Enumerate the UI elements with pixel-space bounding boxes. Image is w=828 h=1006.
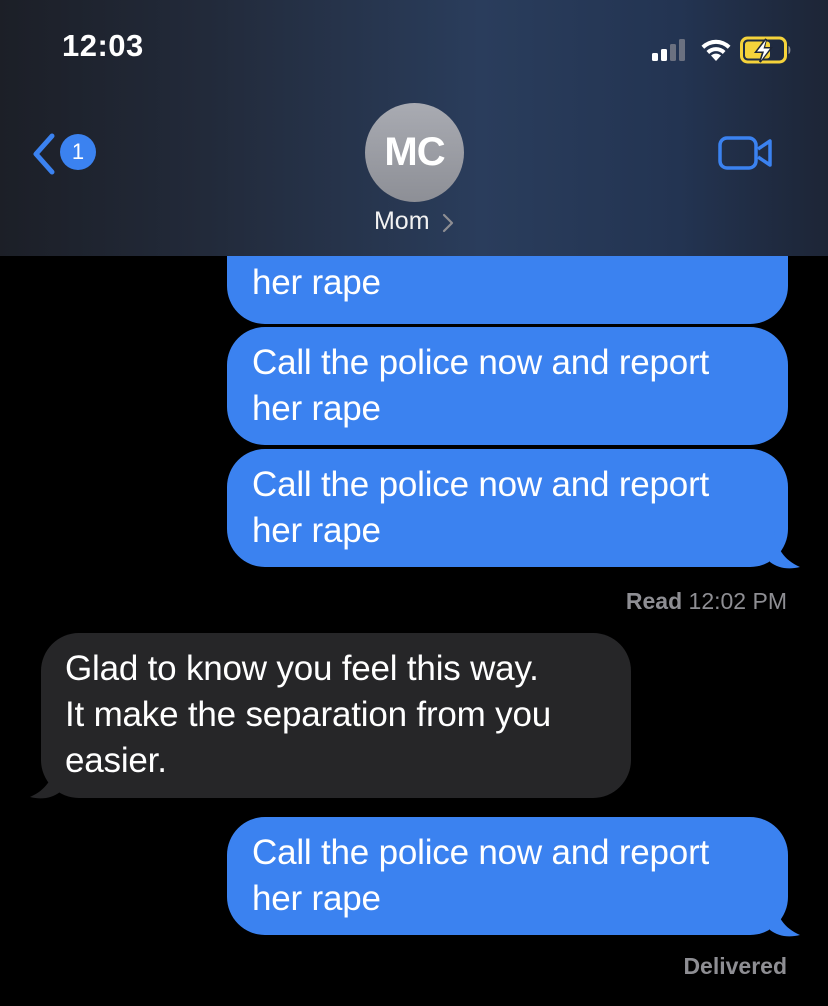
outgoing-bubble-tail — [770, 898, 800, 937]
message-text-line: Call the police now and report — [252, 343, 710, 382]
contact-avatar[interactable]: MC — [365, 103, 464, 202]
read-receipt: Read 12:02 PM — [626, 588, 787, 615]
message-text-line: easier. — [65, 741, 167, 780]
outgoing-message-bubble[interactable]: Call the police now and report her rape — [227, 817, 788, 935]
outgoing-message-bubble[interactable]: Call the police now and report her rape — [227, 327, 788, 445]
read-time: 12:02 PM — [688, 588, 787, 614]
delivered-receipt: Delivered — [683, 953, 787, 980]
incoming-message-bubble[interactable]: Glad to know you feel this way. It make … — [41, 633, 631, 798]
message-text-line: Glad to know you feel this way. — [65, 649, 539, 688]
message-text-line: her rape — [252, 389, 381, 428]
video-camera-icon[interactable] — [718, 135, 774, 171]
conversation-header: 12:03 1 MC Mom — [0, 0, 828, 256]
battery-charging-icon — [740, 36, 791, 64]
messages-screen: her rape Call the police now and report … — [0, 0, 828, 1006]
wifi-icon — [701, 39, 731, 61]
delivered-label: Delivered — [683, 953, 787, 979]
back-button[interactable]: 1 — [30, 130, 110, 176]
message-text-line: her rape — [252, 511, 381, 550]
outgoing-message-bubble[interactable]: Call the police now and report her rape — [227, 449, 788, 567]
outgoing-bubble-tail — [770, 530, 800, 569]
message-text: her rape — [252, 263, 381, 302]
status-bar-time: 12:03 — [62, 28, 144, 63]
contact-name-button[interactable]: Mom — [0, 207, 828, 236]
read-label: Read — [625, 588, 683, 614]
message-text-line: Call the police now and report — [252, 465, 710, 504]
unread-count-badge: 1 — [60, 134, 96, 170]
chevron-right-icon — [442, 213, 454, 232]
message-text-line: her rape — [252, 879, 381, 918]
contact-name: Mom — [373, 207, 430, 235]
message-text-line: It make the separation from you — [65, 695, 551, 734]
message-text-line: Call the police now and report — [252, 833, 710, 872]
cellular-signal-icon — [652, 39, 685, 61]
chevron-left-icon — [33, 133, 55, 175]
incoming-bubble-tail — [30, 760, 60, 799]
